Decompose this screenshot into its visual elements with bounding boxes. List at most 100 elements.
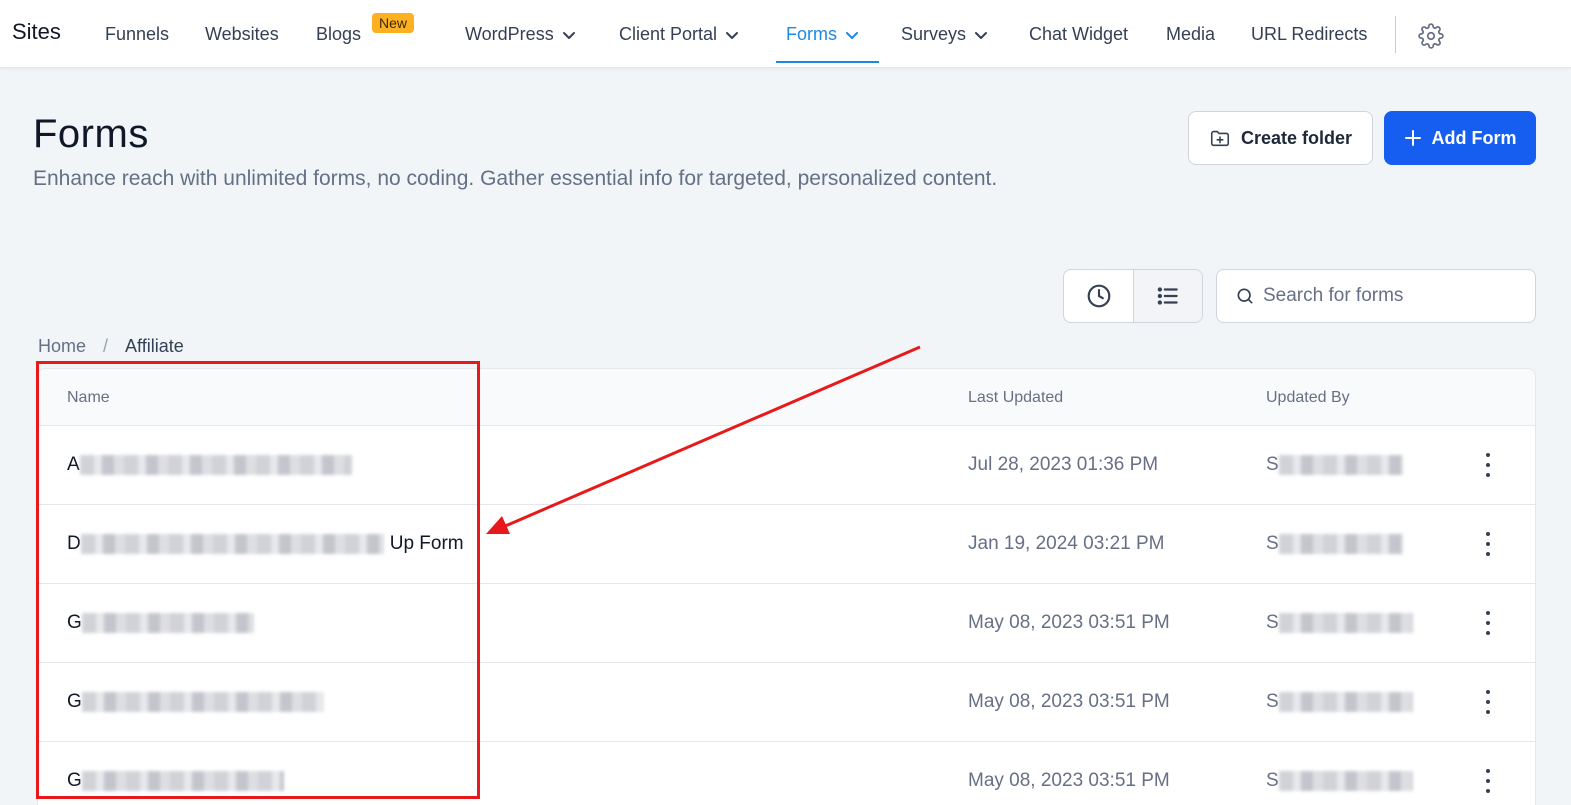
updated-by-value: S xyxy=(1266,454,1403,476)
chevron-down-icon xyxy=(726,31,739,39)
nav-item-client-portal[interactable]: Client Portal xyxy=(619,24,739,45)
updated-by-value: S xyxy=(1266,691,1413,713)
kebab-menu-icon[interactable] xyxy=(1478,608,1498,638)
clock-icon xyxy=(1087,284,1110,308)
nav-item-chat-widget[interactable]: Chat Widget xyxy=(1029,24,1128,45)
table-row[interactable]: D Up Form Jan 19, 2024 03:21 PM S xyxy=(38,505,1535,584)
nav-item-label: Funnels xyxy=(105,24,170,44)
create-folder-button[interactable]: Create folder xyxy=(1188,111,1373,165)
table-row[interactable]: G May 08, 2023 03:51 PM S xyxy=(38,742,1535,805)
nav-item-label: Chat Widget xyxy=(1029,24,1129,44)
updated-by-value: S xyxy=(1266,533,1403,555)
kebab-menu-icon[interactable] xyxy=(1478,766,1498,796)
nav-item-media[interactable]: Media xyxy=(1166,24,1215,45)
table-row[interactable]: G May 08, 2023 03:51 PM S xyxy=(38,584,1535,663)
add-form-button[interactable]: Add Form xyxy=(1384,111,1536,165)
chevron-down-icon xyxy=(975,31,988,39)
last-updated-value: May 08, 2023 03:51 PM xyxy=(968,691,1170,712)
updated-by-text: S xyxy=(1266,612,1279,633)
redacted-text xyxy=(1278,692,1413,712)
nav-item-label: Websites xyxy=(205,24,279,44)
new-badge: New xyxy=(372,13,415,33)
list-view-button[interactable] xyxy=(1133,270,1202,322)
breadcrumb: Home / Affiliate xyxy=(38,336,184,357)
view-toggle xyxy=(1063,269,1203,323)
form-name[interactable]: G xyxy=(67,770,284,792)
last-updated-value: Jan 19, 2024 03:21 PM xyxy=(968,533,1165,554)
breadcrumb-home[interactable]: Home xyxy=(38,336,86,357)
form-name-text: A xyxy=(67,454,80,475)
nav-item-label: WordPress xyxy=(465,24,554,44)
forms-table: Name Last Updated Updated By A Jul 28, 2… xyxy=(37,368,1536,805)
page-description: Enhance reach with unlimited forms, no c… xyxy=(33,167,998,190)
kebab-menu-icon[interactable] xyxy=(1478,450,1498,480)
table-header: Name Last Updated Updated By xyxy=(38,369,1535,426)
nav-item-wordpress[interactable]: WordPress xyxy=(465,24,576,45)
redacted-text xyxy=(81,613,254,633)
updated-by-text: S xyxy=(1266,533,1279,554)
form-name[interactable]: D Up Form xyxy=(67,533,464,555)
chevron-down-icon xyxy=(562,31,575,39)
redacted-text xyxy=(1278,613,1413,633)
redacted-text xyxy=(80,534,384,554)
last-updated-value: May 08, 2023 03:51 PM xyxy=(968,770,1170,791)
updated-by-text: S xyxy=(1266,770,1279,791)
nav-item-label: Client Portal xyxy=(619,24,718,44)
list-icon xyxy=(1157,287,1178,305)
form-name-text: D xyxy=(67,533,81,554)
gear-icon[interactable] xyxy=(1418,23,1444,49)
last-updated-value: May 08, 2023 03:51 PM xyxy=(968,612,1170,633)
folder-plus-icon xyxy=(1210,130,1229,147)
table-row[interactable]: A Jul 28, 2023 01:36 PM S xyxy=(38,426,1535,505)
chevron-down-icon xyxy=(846,31,858,39)
form-name[interactable]: A xyxy=(67,454,352,476)
nav-item-label: Media xyxy=(1166,24,1216,44)
redacted-text xyxy=(79,455,352,475)
redacted-text xyxy=(81,771,284,791)
active-tab-indicator xyxy=(776,61,879,63)
nav-item-label: Blogs xyxy=(316,24,362,44)
column-header-updated-by[interactable]: Updated By xyxy=(1266,389,1350,407)
add-form-label: Add Form xyxy=(1431,127,1517,148)
redacted-text xyxy=(1278,455,1403,475)
updated-by-value: S xyxy=(1266,612,1413,634)
top-navigation: Sites Funnels Websites Blogs New WordPre… xyxy=(0,0,1571,68)
updated-by-value: S xyxy=(1266,770,1413,792)
search-input[interactable] xyxy=(1263,285,1523,307)
last-updated-value: Jul 28, 2023 01:36 PM xyxy=(968,454,1159,475)
nav-item-funnels[interactable]: Funnels xyxy=(105,24,169,45)
breadcrumb-current: Affiliate xyxy=(125,336,184,356)
redacted-text xyxy=(1278,534,1403,554)
updated-by-text: S xyxy=(1266,691,1279,712)
nav-item-blogs[interactable]: Blogs xyxy=(316,24,361,45)
table-row[interactable]: G May 08, 2023 03:51 PM S xyxy=(38,663,1535,742)
nav-item-label: Surveys xyxy=(901,24,967,44)
nav-item-url-redirects[interactable]: URL Redirects xyxy=(1251,24,1367,45)
nav-item-websites[interactable]: Websites xyxy=(205,24,279,45)
kebab-menu-icon[interactable] xyxy=(1478,687,1498,717)
redacted-text xyxy=(81,692,324,712)
form-name[interactable]: G xyxy=(67,691,324,713)
kebab-menu-icon[interactable] xyxy=(1478,529,1498,559)
form-name-text: G xyxy=(67,770,82,791)
column-header-name[interactable]: Name xyxy=(67,389,110,407)
updated-by-text: S xyxy=(1266,454,1279,475)
form-name-suffix: Up Form xyxy=(389,533,464,554)
page-title: Forms xyxy=(33,112,149,156)
recent-view-button[interactable] xyxy=(1064,270,1133,322)
breadcrumb-separator: / xyxy=(103,336,109,356)
plus-icon xyxy=(1404,130,1421,146)
create-folder-label: Create folder xyxy=(1240,127,1353,148)
brand-title: Sites xyxy=(12,19,61,44)
nav-item-surveys[interactable]: Surveys xyxy=(901,24,988,45)
form-name[interactable]: G xyxy=(67,612,254,634)
nav-divider xyxy=(1395,16,1396,53)
redacted-text xyxy=(1278,771,1413,791)
nav-item-label: URL Redirects xyxy=(1251,24,1368,44)
nav-item-label: Forms xyxy=(786,24,837,44)
column-header-last-updated[interactable]: Last Updated xyxy=(968,389,1063,407)
search-icon xyxy=(1237,288,1253,304)
nav-item-forms[interactable]: Forms xyxy=(786,24,859,45)
search-box xyxy=(1216,269,1536,323)
form-name-text: G xyxy=(67,612,82,633)
